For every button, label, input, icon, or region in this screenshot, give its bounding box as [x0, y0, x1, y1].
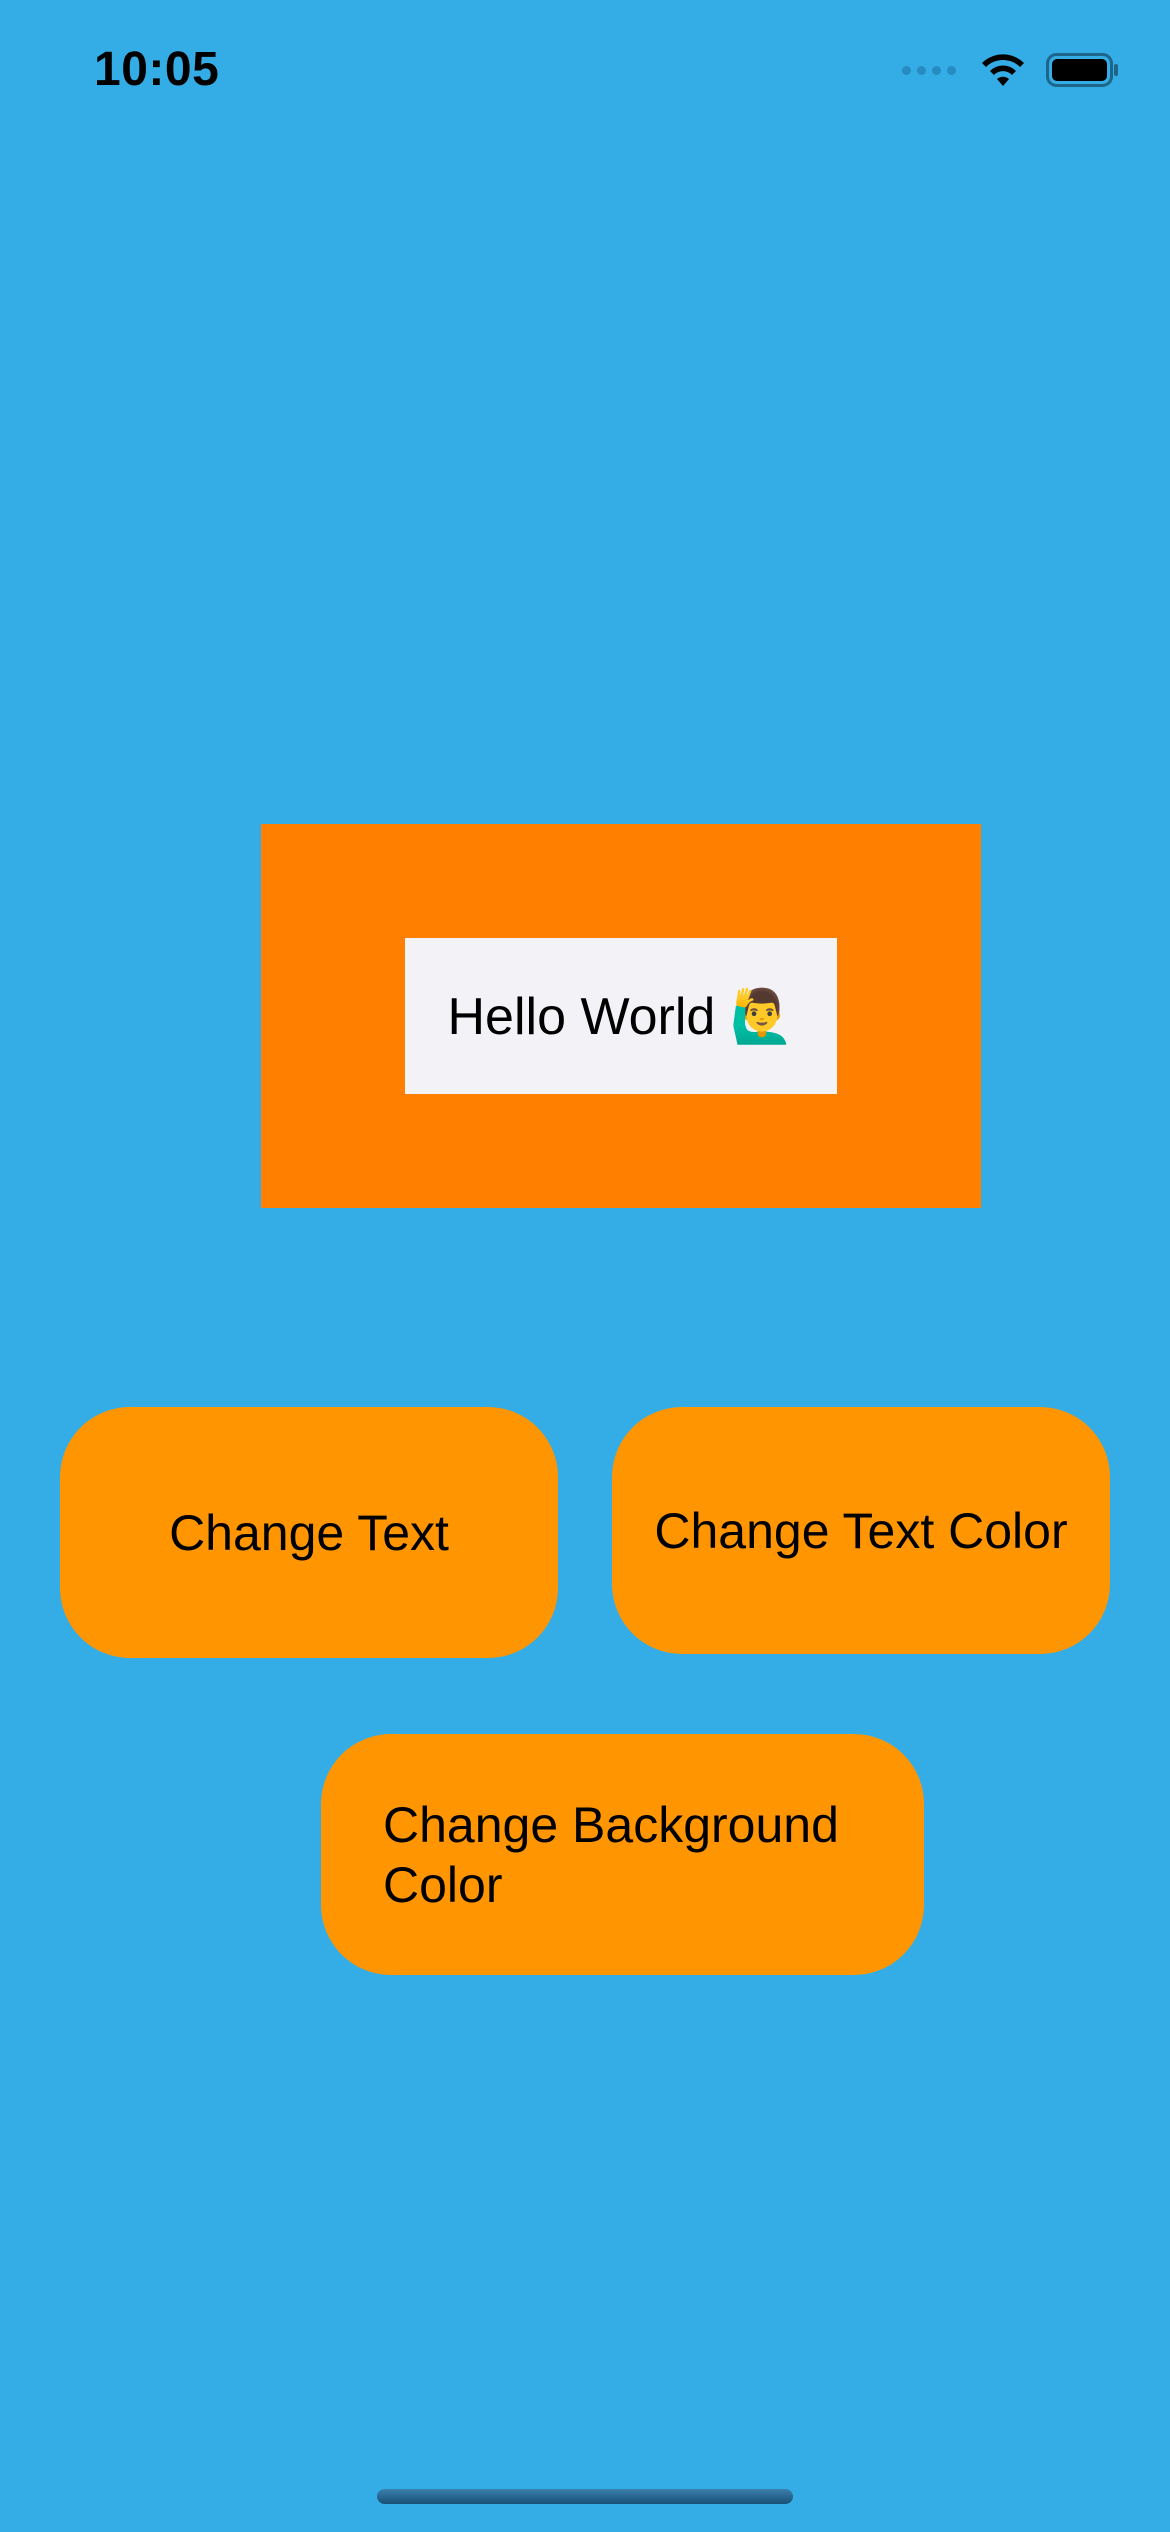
home-indicator[interactable]	[377, 2489, 793, 2504]
change-background-color-button[interactable]: Change Background Color	[321, 1734, 924, 1975]
change-text-button[interactable]: Change Text	[60, 1407, 558, 1658]
change-text-color-button-label: Change Text Color	[654, 1502, 1068, 1559]
battery-icon	[1046, 53, 1118, 87]
status-icons	[902, 52, 1120, 88]
change-text-button-label: Change Text	[169, 1504, 449, 1561]
app-screen: 10:05 Hello World 🙋‍♂️ Change Text Chang…	[0, 0, 1170, 2532]
cellular-dots-icon	[902, 65, 956, 75]
hello-world-label: Hello World 🙋‍♂️	[405, 938, 837, 1094]
outer-color-box: Hello World 🙋‍♂️	[261, 824, 981, 1208]
change-text-color-button[interactable]: Change Text Color	[612, 1407, 1110, 1654]
status-time: 10:05	[94, 43, 220, 96]
wifi-icon	[982, 54, 1024, 86]
change-background-color-button-label: Change Background Color	[383, 1796, 839, 1913]
